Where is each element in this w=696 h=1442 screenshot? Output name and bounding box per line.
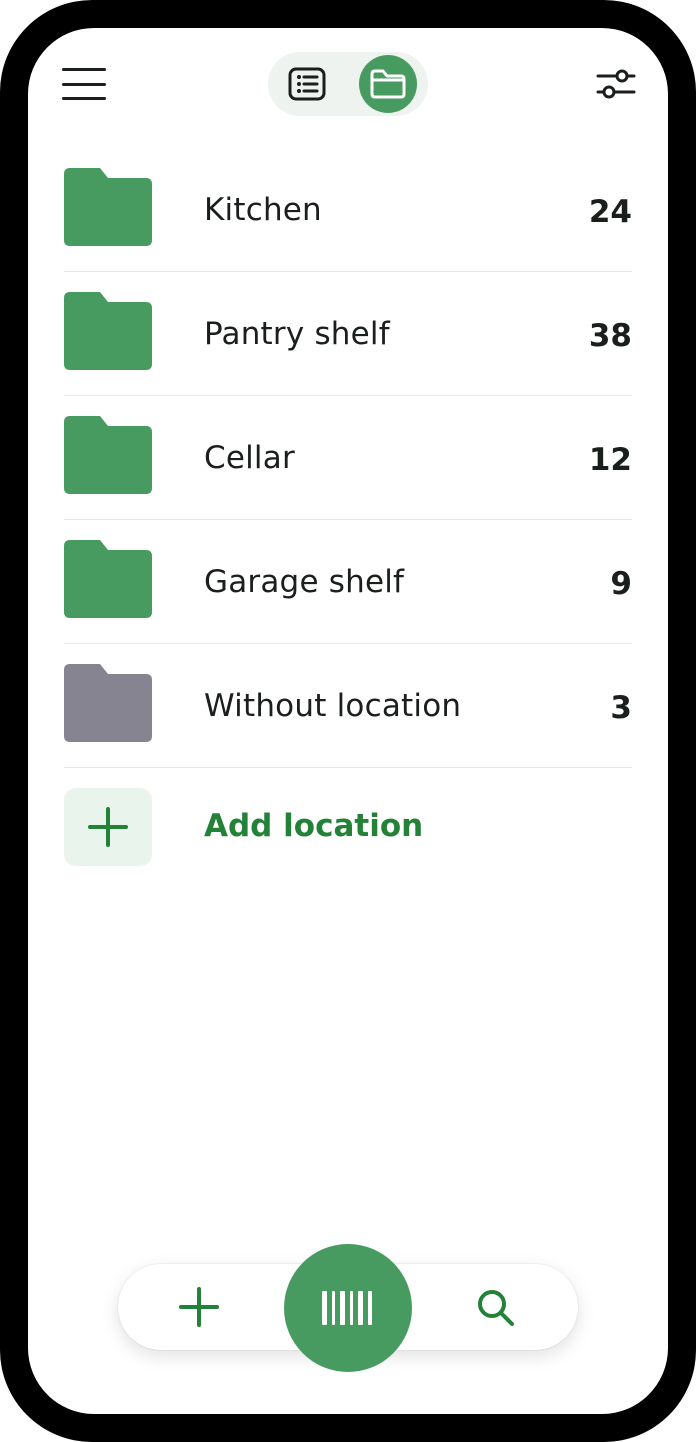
location-count: 12 [588, 442, 632, 478]
add-location-label: Add location [204, 808, 424, 844]
location-item[interactable]: Pantry shelf 38 [64, 272, 632, 396]
add-location-button[interactable]: Add location [64, 768, 632, 868]
location-name: Without location [204, 688, 462, 724]
barcode-icon [322, 1291, 372, 1325]
app-screen: Kitchen 24 Pantry shelf 38 Cellar 12 Gar… [28, 28, 668, 1414]
folder-shape [64, 168, 152, 246]
list-view-toggle[interactable] [278, 56, 336, 112]
phone-frame: Kitchen 24 Pantry shelf 38 Cellar 12 Gar… [0, 0, 696, 1442]
plus-icon [179, 1287, 219, 1327]
folder-icon [64, 292, 152, 370]
search-button[interactable] [472, 1284, 518, 1330]
view-toggle [268, 52, 428, 116]
folder-icon [64, 540, 152, 618]
add-location-icon-box [64, 788, 152, 866]
search-icon [478, 1290, 514, 1326]
list-view-icon [288, 67, 326, 101]
sliders-filter-icon [596, 69, 636, 99]
hamburger-menu-icon[interactable] [62, 68, 106, 100]
location-name: Pantry shelf [204, 316, 390, 352]
location-count: 3 [610, 690, 632, 726]
folder-shape [64, 540, 152, 618]
add-item-button[interactable] [176, 1284, 222, 1330]
plus-icon [88, 807, 128, 847]
folder-icon [64, 664, 152, 742]
folder-shape [64, 292, 152, 370]
location-count: 24 [588, 194, 632, 230]
location-count: 9 [610, 566, 632, 602]
location-item-unassigned[interactable]: Without location 3 [64, 644, 632, 768]
folder-icon [64, 168, 152, 246]
filter-button[interactable] [596, 66, 636, 102]
location-list: Kitchen 24 Pantry shelf 38 Cellar 12 Gar… [64, 148, 632, 868]
folder-shape [64, 416, 152, 494]
folder-view-icon [370, 69, 406, 99]
location-item[interactable]: Kitchen 24 [64, 148, 632, 272]
location-count: 38 [588, 318, 632, 354]
location-item[interactable]: Garage shelf 9 [64, 520, 632, 644]
scan-barcode-button[interactable] [284, 1244, 412, 1372]
folder-icon [64, 416, 152, 494]
menu-line [62, 68, 106, 71]
folder-view-toggle[interactable] [359, 55, 417, 113]
menu-line [62, 82, 106, 86]
location-name: Cellar [204, 440, 295, 476]
location-item[interactable]: Cellar 12 [64, 396, 632, 520]
location-name: Garage shelf [204, 564, 405, 600]
location-name: Kitchen [204, 192, 322, 228]
folder-shape [64, 664, 152, 742]
menu-line [62, 97, 106, 100]
